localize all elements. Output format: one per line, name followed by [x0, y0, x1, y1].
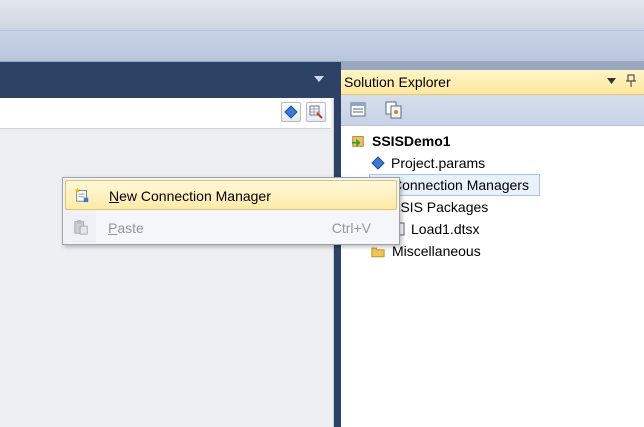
dropdown-arrow-icon[interactable]	[607, 78, 616, 84]
tree-item-label: Load1.dtsx	[411, 221, 480, 237]
tree-item-package[interactable]: Load1.dtsx	[391, 219, 591, 239]
tree-item-params[interactable]: Project.params	[371, 153, 571, 173]
menu-item-label: Paste	[108, 220, 144, 236]
menu-shortcut: Ctrl+V	[331, 220, 371, 236]
paste-icon	[74, 219, 88, 235]
designer-toolbar	[0, 98, 331, 129]
document-tab-bar	[0, 62, 337, 98]
pin-icon[interactable]	[625, 74, 637, 88]
tree-item-label: SSIS Packages	[391, 199, 489, 215]
tree-item-label: Connection Managers	[392, 177, 529, 193]
menu-item-paste: Paste Ctrl+V	[65, 213, 397, 243]
tree-item-project[interactable]: SSISDemo1	[351, 131, 551, 151]
solution-explorer-toolbar	[341, 95, 644, 126]
title-strip	[0, 0, 644, 31]
solution-explorer-header: Solution Explorer	[341, 70, 644, 95]
designer-surface[interactable]	[0, 98, 334, 427]
main-toolbar	[0, 31, 644, 61]
tab-dropdown-icon[interactable]	[314, 76, 324, 82]
panel-title: Solution Explorer	[344, 74, 451, 90]
grid-zoom-icon	[309, 105, 323, 119]
diamond-icon	[284, 105, 298, 119]
solution-explorer-panel: Solution Explorer SSISDemo1 Project.para…	[341, 70, 644, 427]
new-connection-icon	[74, 187, 89, 203]
zoom-button[interactable]	[306, 102, 326, 122]
tree-item-miscellaneous[interactable]: Miscellaneous	[371, 241, 571, 261]
variables-button[interactable]	[281, 102, 301, 122]
project-icon	[351, 136, 364, 148]
tree-item-label: Miscellaneous	[392, 243, 481, 259]
menu-item-label: New Connection Manager	[109, 188, 271, 204]
menu-item-new-connection-manager[interactable]: New Connection Manager	[65, 180, 397, 210]
properties-icon[interactable]	[350, 102, 368, 118]
show-all-files-icon[interactable]	[385, 101, 403, 119]
tree-item-ssis-packages[interactable]: SSIS Packages	[371, 197, 571, 217]
folder-icon	[371, 247, 385, 258]
params-icon	[371, 156, 385, 170]
tree-item-label: SSISDemo1	[372, 133, 451, 149]
context-menu: New Connection Manager Paste Ctrl+V	[62, 177, 400, 245]
tree-item-label: Project.params	[391, 155, 486, 171]
